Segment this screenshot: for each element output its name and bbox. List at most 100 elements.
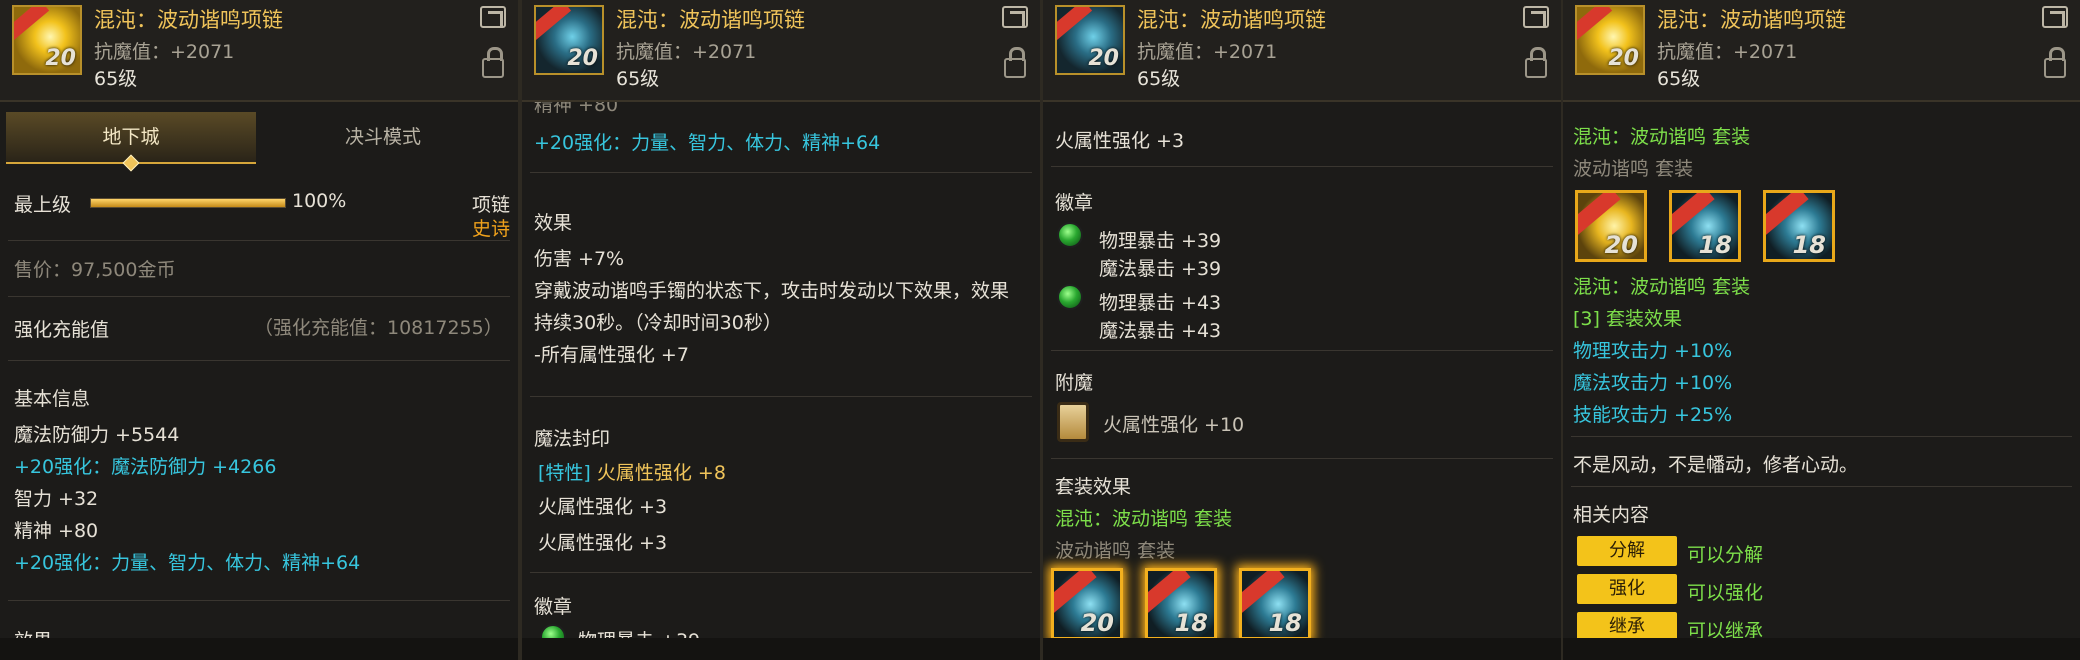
charge-value: （强化充能值：10817255） [254, 317, 503, 339]
item-stat: 抗魔值：+2071 [1657, 41, 1798, 63]
charge-label: 强化充能值 [14, 319, 110, 341]
set-name: 混沌：波动谐鸣 套装 [1055, 508, 1233, 530]
effect-title-cut: 效果 [14, 630, 53, 652]
item-name: 混沌：波动谐鸣项链 [1657, 8, 1846, 32]
set-name: 混沌：波动谐鸣 套装 [1573, 126, 1751, 148]
related-title: 相关内容 [1573, 504, 1650, 526]
icon-level: 20 [45, 46, 76, 71]
item-level: 65级 [94, 68, 138, 90]
item-level: 65级 [1657, 68, 1701, 90]
basic-line: +20强化：魔法防御力 +4266 [14, 456, 277, 478]
item-slot: 项链 [472, 194, 511, 216]
emblem-title: 徽章 [1055, 192, 1094, 214]
set-name: 混沌：波动谐鸣 套装 [1573, 276, 1751, 298]
emblem-title: 徽章 [534, 596, 573, 618]
grade-percent: 100% [292, 190, 347, 212]
item-stat: 抗魔值：+2071 [616, 41, 757, 63]
tooltip-panel-4: 20 混沌：波动谐鸣项链 抗魔值：+2071 65级 混沌：波动谐鸣 套装 波动… [1563, 0, 2080, 660]
gem-icon [1057, 284, 1083, 310]
enhance-button[interactable]: 强化 [1577, 574, 1677, 604]
basic-info-title: 基本信息 [14, 388, 91, 410]
tab-indicator [122, 154, 140, 172]
enchant-value: 火属性强化 +10 [1103, 414, 1245, 436]
emblem-line: 魔法暴击 +43 [1099, 320, 1222, 342]
emblem-line: 物理暴击 +39 [1099, 230, 1222, 252]
emblem-line: 魔法暴击 +39 [1099, 258, 1222, 280]
card-icon [1057, 402, 1089, 442]
set-title: 套装效果 [1055, 476, 1132, 498]
item-name: 混沌：波动谐鸣项链 [94, 8, 283, 32]
set-item-icon[interactable]: 18 [1669, 190, 1741, 262]
basic-line: 智力 +32 [14, 488, 99, 510]
emblem-line: 物理暴击 +43 [1099, 292, 1222, 314]
item-header: 20 混沌：波动谐鸣项链 抗魔值：+2071 65级 [0, 0, 518, 102]
item-level: 65级 [616, 68, 660, 90]
set-item-icon[interactable]: 20 [1051, 568, 1123, 640]
seal-line: 火属性强化 +3 [1055, 130, 1185, 152]
related-desc: 可以分解 [1687, 544, 1764, 566]
seal-title: 魔法封印 [534, 428, 611, 450]
set-item-icon[interactable]: 18 [1763, 190, 1835, 262]
item-header: 20 混沌：波动谐鸣项链 抗魔值：+2071 65级 [522, 0, 1040, 102]
seal-line: 火属性强化 +3 [538, 496, 668, 518]
related-desc: 可以继承 [1687, 620, 1764, 642]
related-desc: 可以强化 [1687, 582, 1764, 604]
basic-line: +20强化：力量、智力、体力、精神+64 [14, 552, 361, 574]
seal-line: 火属性强化 +3 [538, 532, 668, 554]
lock-icon[interactable] [1004, 47, 1026, 78]
necklace-item-icon: 20 [1575, 5, 1645, 75]
effect-line: 穿戴波动谐鸣手镯的状态下，攻击时发动以下效果，效果 [534, 280, 1010, 302]
tooltip-panel-1: 20 混沌：波动谐鸣项链 抗魔值：+2071 65级 地下城 决斗模式 最上级 … [0, 0, 518, 660]
set-effect: 魔法攻击力 +10% [1573, 372, 1733, 394]
set-effect: 技能攻击力 +25% [1573, 404, 1733, 426]
lock-icon[interactable] [1525, 47, 1547, 78]
grade-bar-fill [91, 199, 285, 207]
set-item-icon[interactable]: 18 [1239, 568, 1311, 640]
set-sub: 波动谐鸣 套装 [1573, 158, 1694, 180]
lock-icon[interactable] [2044, 47, 2066, 78]
icon-level: 20 [1088, 46, 1119, 71]
share-icon[interactable] [1002, 6, 1028, 28]
share-icon[interactable] [2042, 6, 2068, 28]
share-icon[interactable] [1523, 6, 1549, 28]
lock-icon[interactable] [482, 47, 504, 78]
effect-line: 伤害 +7% [534, 248, 625, 270]
basic-line: 精神 +80 [14, 520, 99, 542]
inherit-button[interactable]: 继承 [1577, 612, 1677, 642]
item-name: 混沌：波动谐鸣项链 [1137, 8, 1326, 32]
tab-duel[interactable]: 决斗模式 [256, 112, 510, 162]
enchant-title: 附魔 [1055, 372, 1094, 394]
item-level: 65级 [1137, 68, 1181, 90]
share-icon[interactable] [480, 6, 506, 28]
item-stat: 抗魔值：+2071 [94, 41, 235, 63]
gem-icon [1057, 222, 1083, 248]
effect-line: -所有属性强化 +7 [534, 344, 689, 366]
item-header: 20 混沌：波动谐鸣项链 抗魔值：+2071 65级 [1043, 0, 1561, 102]
set-effect: 物理攻击力 +10% [1573, 340, 1733, 362]
item-rarity: 史诗 [472, 218, 511, 240]
tooltip-panel-3: 20 混沌：波动谐鸣项链 抗魔值：+2071 65级 火属性强化 +3 徽章 物… [1043, 0, 1561, 660]
disassemble-button[interactable]: 分解 [1577, 536, 1677, 566]
icon-level: 20 [567, 46, 598, 71]
gem-icon [540, 624, 566, 650]
icon-level: 20 [1608, 46, 1639, 71]
emblem-line: 物理暴击 +39 [578, 630, 701, 652]
sell-price: 售价：97,500金币 [14, 259, 176, 281]
tooltip-panel-2: 精神 +80 20 混沌：波动谐鸣项链 抗魔值：+2071 65级 +20强化：… [522, 0, 1040, 660]
set-effect-title: [3] 套装效果 [1573, 308, 1682, 330]
item-header: 20 混沌：波动谐鸣项链 抗魔值：+2071 65级 [1563, 0, 2080, 102]
flavor-text: 不是风动，不是幡动，修者心动。 [1573, 454, 1859, 476]
grade-bar [90, 198, 286, 208]
tab-dungeon[interactable]: 地下城 [6, 112, 256, 172]
necklace-item-icon: 20 [1055, 5, 1125, 75]
necklace-item-icon: 20 [534, 5, 604, 75]
grade-label: 最上级 [14, 194, 72, 216]
set-item-icon[interactable]: 20 [1575, 190, 1647, 262]
effect-line: 持续30秒。（冷却时间30秒） [534, 312, 782, 334]
item-name: 混沌：波动谐鸣项链 [616, 8, 805, 32]
seal-special: [特性] 火属性强化 +8 [538, 462, 726, 484]
set-sub: 波动谐鸣 套装 [1055, 540, 1176, 562]
basic-line: 魔法防御力 +5544 [14, 424, 180, 446]
effect-title: 效果 [534, 212, 573, 234]
set-item-icon[interactable]: 18 [1145, 568, 1217, 640]
